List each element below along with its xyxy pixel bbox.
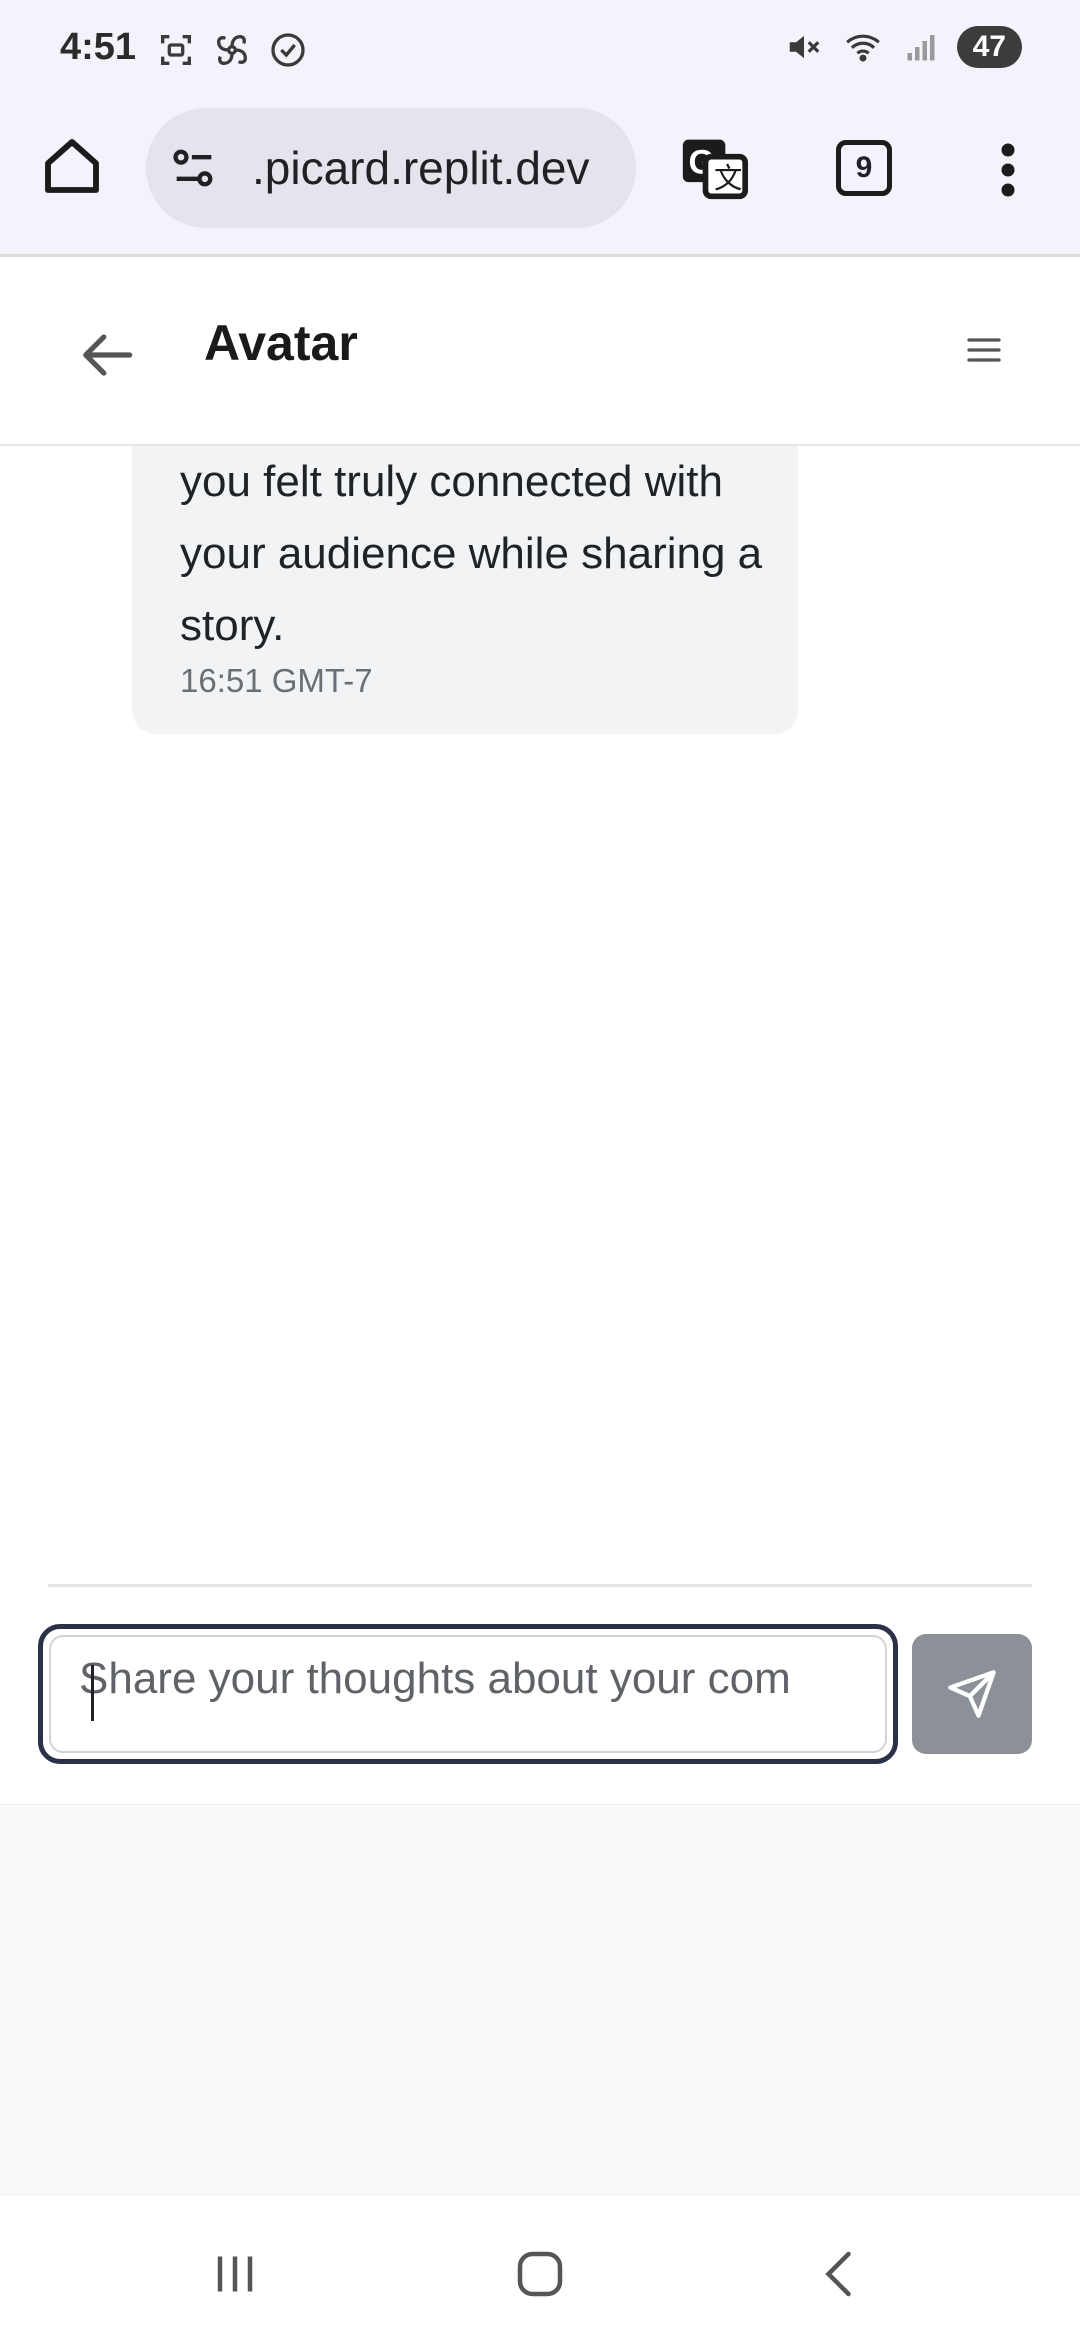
mute-icon — [789, 35, 819, 59]
check-circle-icon — [271, 33, 305, 67]
screenshot-icon — [161, 35, 191, 65]
more-options-icon[interactable] — [990, 140, 1026, 200]
message-input-wrapper[interactable] — [38, 1624, 898, 1764]
url-text[interactable]: .picard.replit.dev — [252, 141, 590, 195]
back-nav-icon[interactable] — [806, 2244, 876, 2304]
message-composer — [0, 1584, 1080, 1804]
message-input[interactable] — [73, 1649, 879, 1709]
send-button[interactable] — [912, 1634, 1032, 1754]
recent-apps-icon[interactable] — [200, 2244, 270, 2304]
status-system-icons: 47 — [785, 26, 1022, 68]
signal-icon — [907, 35, 935, 61]
system-navigation-bar — [0, 2196, 1080, 2340]
app-header: Avatar — [0, 290, 1080, 446]
assistant-message-bubble: you felt truly connected with your audie… — [132, 446, 798, 734]
status-time: 4:51 — [60, 26, 137, 68]
empty-page-area — [0, 1804, 1080, 2197]
message-text: you felt truly connected with your audie… — [180, 457, 763, 650]
text-cursor — [91, 1665, 94, 1721]
battery-indicator: 47 — [956, 26, 1022, 68]
status-notification-icons — [156, 30, 308, 70]
composer-divider — [48, 1584, 1032, 1587]
browser-toolbar: .picard.replit.dev G文 9 — [0, 100, 1080, 257]
back-arrow-icon[interactable] — [78, 324, 140, 386]
home-icon[interactable] — [40, 134, 104, 198]
svg-text:文: 文 — [714, 163, 742, 195]
tab-switcher-button[interactable]: 9 — [836, 140, 892, 196]
address-bar[interactable]: .picard.replit.dev — [146, 108, 636, 228]
chat-messages[interactable]: you felt truly connected with your audie… — [0, 446, 1080, 1584]
pinwheel-icon — [216, 34, 248, 66]
wifi-icon — [845, 34, 880, 62]
status-bar: 4:51 47 — [0, 0, 1080, 100]
page-title: Avatar — [204, 315, 358, 371]
message-timestamp: 16:51 GMT-7 — [180, 662, 373, 699]
home-nav-icon[interactable] — [505, 2244, 575, 2304]
translate-icon[interactable]: G文 — [680, 134, 748, 202]
site-settings-icon[interactable] — [168, 142, 220, 194]
hamburger-menu-icon[interactable] — [964, 330, 1004, 370]
send-icon — [948, 1670, 996, 1718]
